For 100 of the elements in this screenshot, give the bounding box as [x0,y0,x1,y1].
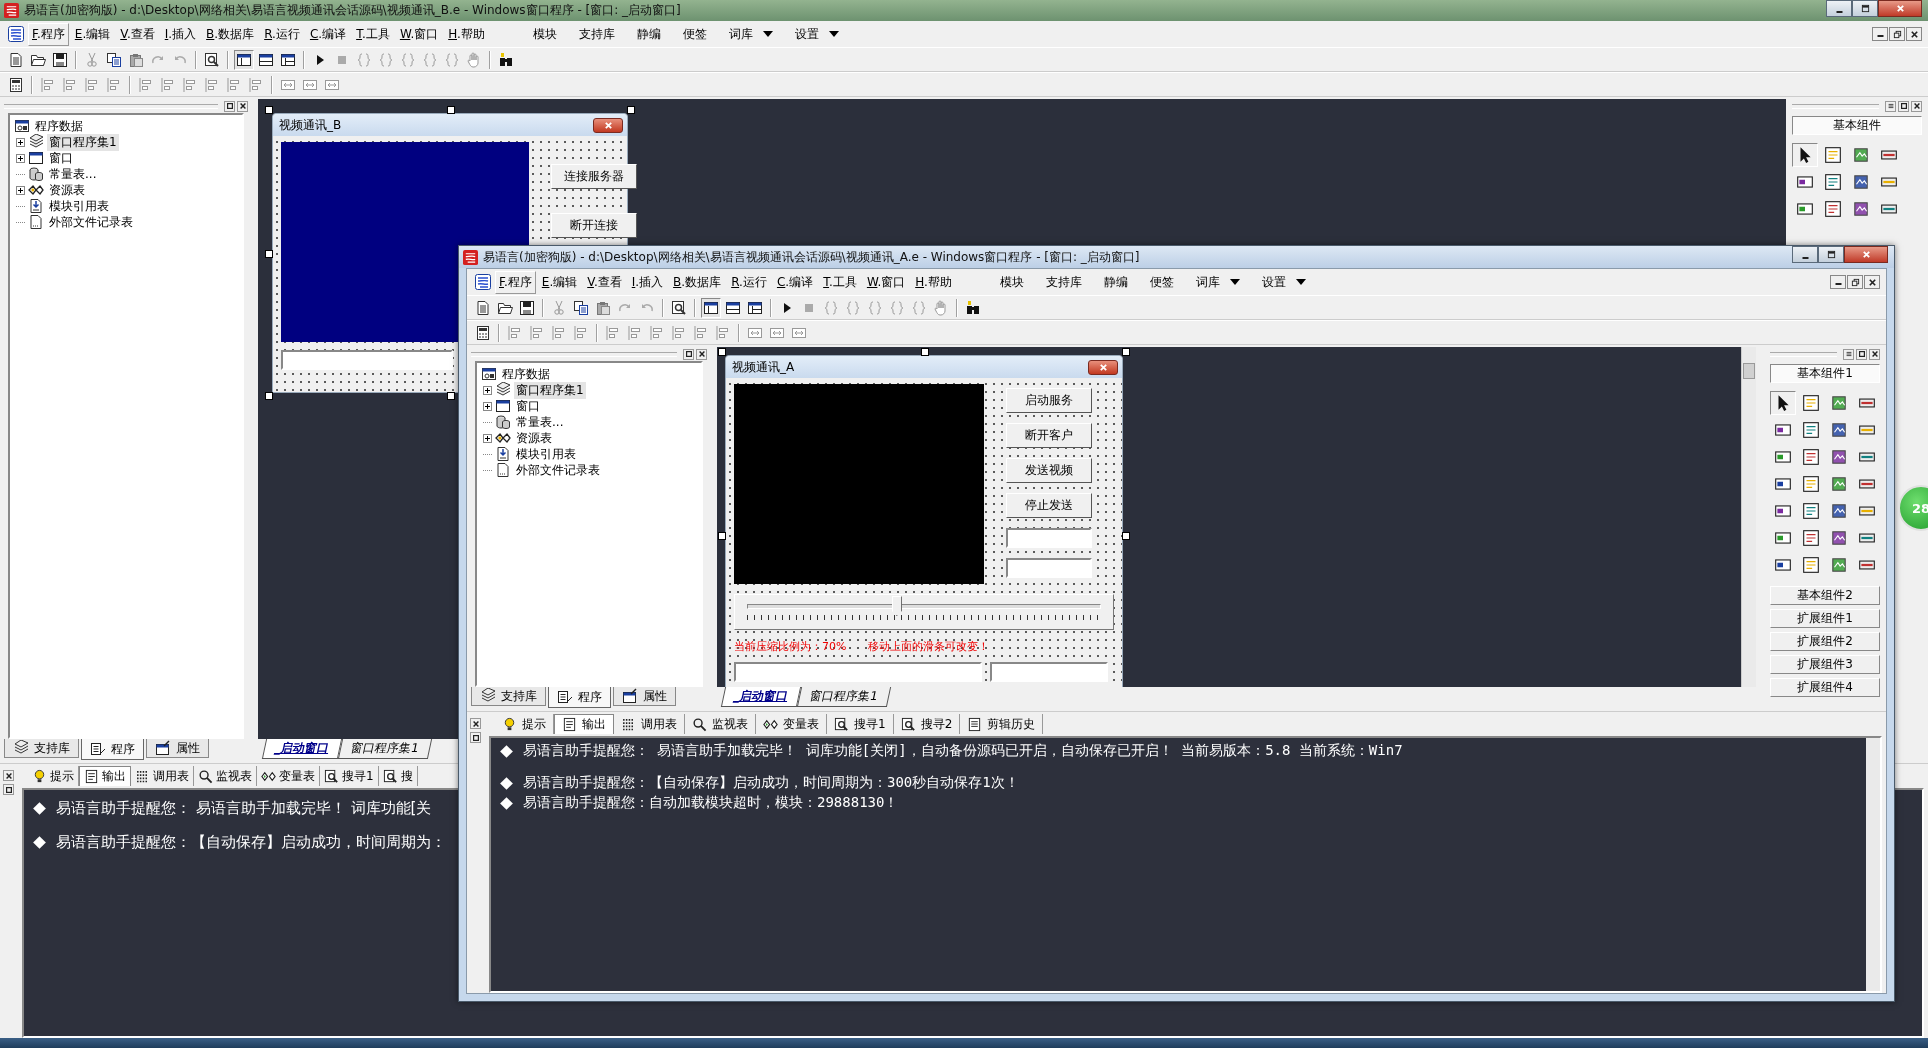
minimize-button[interactable] [1872,27,1888,41]
pin-button[interactable] [1898,100,1909,112]
menu-item[interactable]: 便签 [678,22,711,46]
pin-button[interactable] [3,784,14,795]
menu-item[interactable]: W.窗口 [862,270,910,294]
toolbox-group[interactable]: 基本组件 [1792,116,1922,135]
restore-button[interactable] [1847,275,1863,289]
menu-item[interactable]: H.帮助 [911,270,956,294]
text-field[interactable] [1006,558,1092,578]
menu-item[interactable]: 静编 [1099,270,1132,294]
panel-tab[interactable]: 属性 [146,739,209,758]
menu-item[interactable]: V.查看 [116,22,159,46]
menu-item[interactable]: E.编辑 [537,270,582,294]
menu-item[interactable]: V.查看 [583,270,626,294]
form-button[interactable]: 断开客户 [1006,423,1092,448]
editor-tab[interactable]: _启动窗口 [720,687,802,707]
output-tab[interactable]: 剪辑历史 [960,714,1044,734]
tree-item[interactable]: 资源表 [514,429,554,447]
menu-item[interactable]: C.编译 [305,22,351,46]
output-tab[interactable]: 搜寻1 [320,766,379,786]
expand-toggle[interactable] [483,401,492,411]
toolbox-group[interactable]: 扩展组件3 [1770,655,1880,674]
menu-item[interactable]: E.编辑 [70,22,115,46]
menu-item[interactable]: 词库 [1191,270,1244,294]
resize-handle[interactable] [265,106,273,114]
editor-tab[interactable]: 窗口程序集1 [337,739,432,759]
tree-item[interactable]: 模块引用表 [47,197,111,215]
maximize-button[interactable] [1818,246,1844,263]
scrollbar[interactable] [1741,347,1756,687]
menu-button[interactable] [1885,100,1896,112]
toolbox-item[interactable] [1792,143,1818,167]
menu-item[interactable]: I.插入 [160,22,201,46]
output-tab[interactable]: 输出 [79,766,131,786]
menu-item[interactable]: I.插入 [627,270,668,294]
output-tab[interactable]: 监视表 [685,714,756,734]
close-button[interactable] [1088,359,1118,375]
panel-tab[interactable]: 程序 [81,739,144,760]
tree-item[interactable]: 窗口程序集1 [47,133,119,151]
toolbox-group[interactable]: 扩展组件1 [1770,609,1880,628]
menu-item[interactable]: 词库 [724,22,777,46]
pin-button[interactable] [224,100,235,112]
tree-item[interactable]: 窗口程序集1 [514,381,586,399]
panel-tab[interactable]: 支持库 [471,687,546,706]
output-tab[interactable]: 输出 [554,714,614,734]
menu-item[interactable]: F.程序 [28,22,69,46]
resize-handle[interactable] [1122,348,1130,356]
panel-tab[interactable]: 属性 [613,687,676,706]
form-button[interactable]: 断开连接 [551,213,637,238]
close-button[interactable] [1864,275,1880,289]
menu-item[interactable]: B.数据库 [202,22,259,46]
resize-handle[interactable] [718,348,726,356]
toolbox-group[interactable]: 扩展组件4 [1770,678,1880,697]
minimize-button[interactable] [1830,275,1846,289]
panel-tab[interactable]: 支持库 [4,739,79,758]
output-tab[interactable]: 监视表 [194,766,257,786]
resize-handle[interactable] [265,250,273,258]
minimize-button[interactable] [1792,246,1818,263]
output-tab[interactable]: 调用表 [131,766,194,786]
form-button[interactable]: 启动服务 [1006,388,1092,413]
tree-item[interactable]: 资源表 [47,181,87,199]
menu-item[interactable]: 设置 [790,22,843,46]
restore-button[interactable] [1889,27,1905,41]
toolbox-group[interactable]: 基本组件1 [1770,364,1880,383]
output-tab[interactable]: 搜寻1 [827,714,894,734]
close-button[interactable] [470,718,481,729]
close-button[interactable] [237,100,248,112]
output-tab[interactable]: 变量表 [756,714,827,734]
resize-handle[interactable] [265,392,273,400]
menu-item[interactable]: 便签 [1145,270,1178,294]
tree-item[interactable]: 常量表... [514,413,566,431]
pin-button[interactable] [470,732,481,743]
text-field[interactable] [990,662,1108,682]
menu-item[interactable]: 设置 [1257,270,1310,294]
form-button[interactable]: 发送视频 [1006,458,1092,483]
tree-item[interactable]: 程序数据 [500,365,552,383]
close-button[interactable] [696,348,707,360]
tree-item[interactable]: 窗口 [514,397,542,415]
minimize-button[interactable] [1826,0,1852,17]
text-field[interactable] [281,350,453,370]
menu-item[interactable]: 模块 [995,270,1028,294]
toolbox-group[interactable]: 扩展组件2 [1770,632,1880,651]
expand-toggle[interactable] [16,185,25,195]
tree-item[interactable]: 常量表... [47,165,99,183]
close-button[interactable] [1869,348,1880,360]
menu-item[interactable]: C.编译 [772,270,818,294]
editor-tab[interactable]: 窗口程序集1 [796,687,891,707]
close-button[interactable] [3,770,14,781]
tree-item[interactable]: 程序数据 [33,117,85,135]
toolbar-button[interactable] [701,297,721,318]
menu-item[interactable]: 模块 [528,22,561,46]
output-tab[interactable]: 调用表 [614,714,685,734]
output-tab[interactable]: 搜寻2 [893,714,961,734]
menu-button[interactable] [1843,348,1854,360]
menu-item[interactable]: B.数据库 [669,270,726,294]
toolbox-item[interactable] [1770,391,1796,415]
close-button[interactable] [1844,246,1888,263]
tree-item[interactable]: 模块引用表 [514,445,578,463]
slider-thumb[interactable] [891,596,902,616]
menu-item[interactable]: H.帮助 [444,22,489,46]
slider[interactable] [734,594,1114,630]
